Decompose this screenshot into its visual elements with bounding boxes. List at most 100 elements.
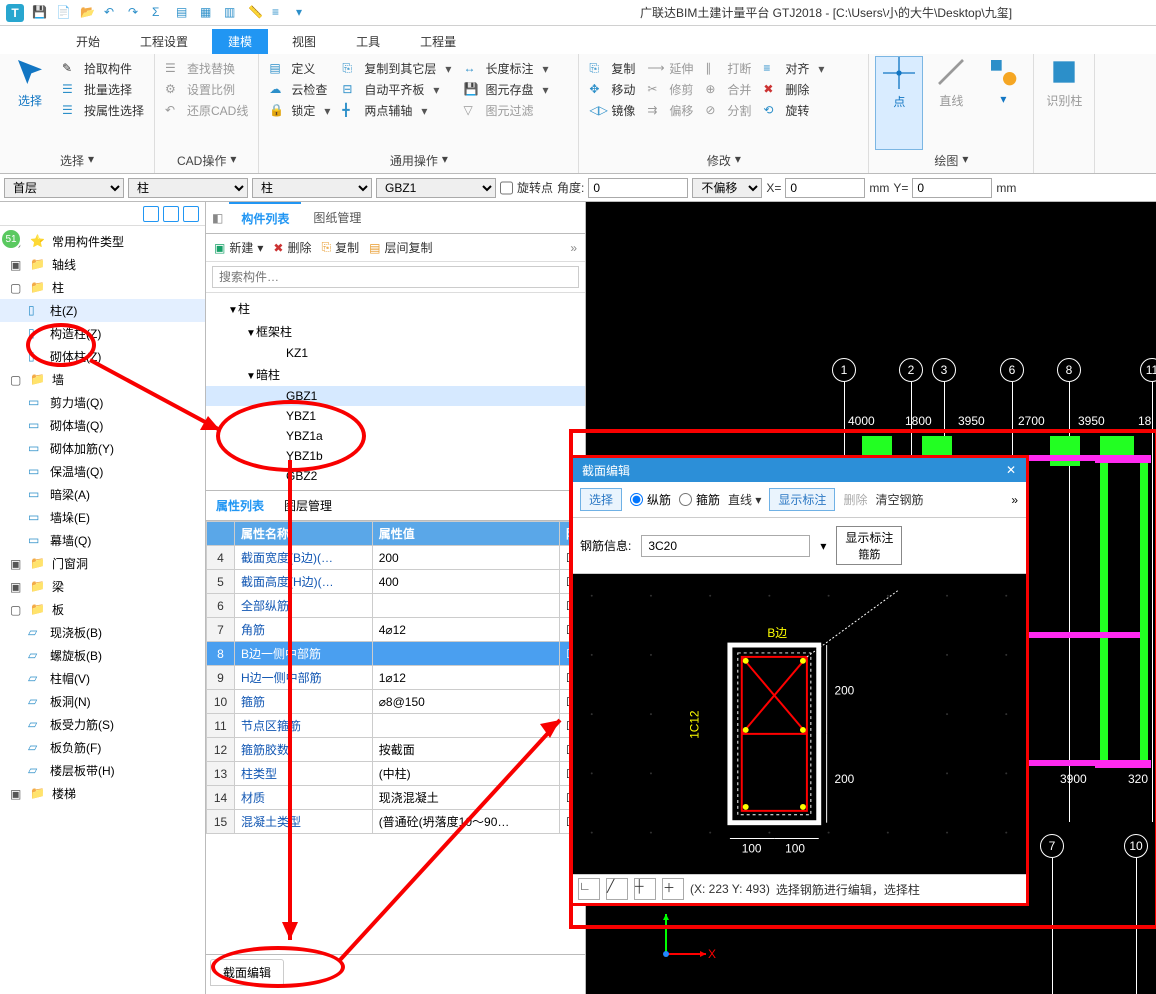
recognize-column-button[interactable]: 识别柱: [1040, 56, 1088, 167]
qat-undo-icon[interactable]: ↶: [104, 5, 120, 21]
move-button[interactable]: ✥移动: [585, 81, 639, 98]
new-component-button[interactable]: ▣新建▾: [214, 239, 263, 256]
nav-item[interactable]: ▢📁柱: [0, 276, 205, 299]
tab-project[interactable]: 工程设置: [124, 29, 204, 54]
angle-input[interactable]: [588, 178, 688, 198]
delete-button[interactable]: ✖删除: [759, 81, 828, 98]
copy-to-floor-button[interactable]: ⎘复制到其它层: [338, 60, 455, 77]
tab-model[interactable]: 建模: [212, 29, 268, 54]
qat-ruler-icon[interactable]: 📏: [248, 5, 264, 21]
search-component-input[interactable]: [212, 266, 579, 288]
vertical-bar-radio[interactable]: 纵筋: [630, 491, 671, 508]
nav-item[interactable]: ▣📁楼梯: [0, 782, 205, 805]
prop-value[interactable]: (普通砼(坍落度10～90…: [372, 810, 559, 834]
component-list-tab[interactable]: 构件列表: [229, 202, 301, 233]
restore-cad-button[interactable]: ↶还原CAD线: [161, 102, 252, 119]
section-edit-tab[interactable]: 截面编辑: [210, 959, 284, 986]
property-row[interactable]: 15混凝土类型(普通砼(坍落度10～90…☐: [207, 810, 585, 834]
tab-start[interactable]: 开始: [60, 29, 116, 54]
property-row[interactable]: 6全部纵筋☐: [207, 594, 585, 618]
nav-item[interactable]: ▭砌体加筋(Y): [0, 437, 205, 460]
popup-clear-button[interactable]: 清空钢筋: [875, 491, 923, 508]
qat-save-icon[interactable]: 💾: [32, 5, 48, 21]
qat-new-icon[interactable]: 📄: [56, 5, 72, 21]
nav-item[interactable]: ▭砌体墙(Q): [0, 414, 205, 437]
save-element-button[interactable]: 💾图元存盘: [459, 81, 552, 98]
property-row[interactable]: 4截面宽度(B边)(…200☐: [207, 546, 585, 570]
nav-item[interactable]: ▱现浇板(B): [0, 621, 205, 644]
qat-more-icon[interactable]: ▾: [296, 5, 312, 21]
prop-value[interactable]: [372, 642, 559, 666]
cloud-check-button[interactable]: ☁云检查: [265, 81, 334, 98]
popup-more-icon[interactable]: »: [1011, 493, 1018, 507]
component-node[interactable]: ▼框架柱: [206, 320, 585, 343]
component-node[interactable]: YBZ1a: [206, 426, 585, 446]
property-row[interactable]: 9H边一侧中部筋1⌀12☐: [207, 666, 585, 690]
qat-open-icon[interactable]: 📂: [80, 5, 96, 21]
copy-button[interactable]: ⎘复制: [585, 60, 639, 77]
nav-item[interactable]: ▭幕墙(Q): [0, 529, 205, 552]
tab-tool[interactable]: 工具: [340, 29, 396, 54]
rotate-button[interactable]: ⟲旋转: [759, 102, 828, 119]
floor-select[interactable]: 首层: [4, 178, 124, 198]
nav-item[interactable]: ▭剪力墙(Q): [0, 391, 205, 414]
prop-value[interactable]: [372, 714, 559, 738]
length-dim-button[interactable]: ↔长度标注: [459, 60, 552, 77]
nav-item[interactable]: ▭墙垛(E): [0, 506, 205, 529]
point-button[interactable]: 点: [875, 56, 923, 150]
element-filter-button[interactable]: ▽图元过滤: [459, 102, 552, 119]
nav-item[interactable]: ▣📁门窗洞: [0, 552, 205, 575]
qat-redo-icon[interactable]: ↷: [128, 5, 144, 21]
lock-button[interactable]: 🔒锁定: [265, 102, 334, 119]
nav-item[interactable]: ▱板受力筋(S): [0, 713, 205, 736]
qat-grid-icon[interactable]: ▦: [200, 5, 216, 21]
line-tool-icon[interactable]: ╱: [606, 878, 628, 900]
extend-button[interactable]: ⟶延伸: [643, 60, 697, 77]
copy-component-button[interactable]: ⎘复制: [321, 239, 359, 256]
drawing-manage-tab[interactable]: 图纸管理: [301, 203, 373, 232]
qat-sum-icon[interactable]: Σ: [152, 5, 168, 21]
property-row[interactable]: 7角筋4⌀12☐: [207, 618, 585, 642]
snap-tool-icon[interactable]: ＋: [662, 878, 684, 900]
prop-value[interactable]: [372, 594, 559, 618]
stirrup-radio[interactable]: 箍筋: [679, 491, 720, 508]
prop-value[interactable]: 200: [372, 546, 559, 570]
layer-manage-tab[interactable]: 图层管理: [274, 491, 342, 520]
nav-item[interactable]: ▯构造柱(Z): [0, 322, 205, 345]
ucs-tool-icon[interactable]: ∟: [578, 878, 600, 900]
y-input[interactable]: [912, 178, 992, 198]
popup-line-button[interactable]: 直线 ▾: [728, 491, 761, 508]
prop-value[interactable]: 1⌀12: [372, 666, 559, 690]
line-button[interactable]: 直线: [927, 56, 975, 150]
nav-item[interactable]: ▯柱(Z): [0, 299, 205, 322]
split-button[interactable]: ⊘分割: [701, 102, 755, 119]
nav-item[interactable]: ▣📁轴线: [0, 253, 205, 276]
ortho-tool-icon[interactable]: ┼: [634, 878, 656, 900]
component-node[interactable]: YBZ1b: [206, 446, 585, 466]
select-button[interactable]: 选择: [6, 56, 54, 150]
define-button[interactable]: ▤定义: [265, 60, 334, 77]
x-input[interactable]: [785, 178, 865, 198]
component-node[interactable]: YBZ1: [206, 406, 585, 426]
nav-item[interactable]: ▱柱帽(V): [0, 667, 205, 690]
align-button[interactable]: ≡对齐: [759, 60, 828, 77]
nav-item[interactable]: ▣📁梁: [0, 575, 205, 598]
property-row[interactable]: 10箍筋⌀8@150☐: [207, 690, 585, 714]
mirror-button[interactable]: ◁▷镜像: [585, 102, 639, 119]
tab-view[interactable]: 视图: [276, 29, 332, 54]
delete-component-button[interactable]: ✖删除: [273, 239, 311, 256]
nav-item[interactable]: ▢📁墙: [0, 368, 205, 391]
offset-select[interactable]: 不偏移: [692, 178, 762, 198]
popup-show-dim-button[interactable]: 显示标注: [769, 488, 835, 511]
nav-view1-icon[interactable]: [143, 206, 159, 222]
prop-value[interactable]: 现浇混凝土: [372, 786, 559, 810]
subcategory-select[interactable]: 柱: [252, 178, 372, 198]
component-node[interactable]: GBZ2: [206, 466, 585, 486]
pick-member-button[interactable]: ✎拾取构件: [58, 60, 148, 77]
qat-align-icon[interactable]: ≡: [272, 5, 288, 21]
prop-value[interactable]: 按截面: [372, 738, 559, 762]
component-node[interactable]: ▼暗柱: [206, 363, 585, 386]
merge-button[interactable]: ⊕合并: [701, 81, 755, 98]
nav-item[interactable]: ▱板洞(N): [0, 690, 205, 713]
prop-value[interactable]: 4⌀12: [372, 618, 559, 642]
